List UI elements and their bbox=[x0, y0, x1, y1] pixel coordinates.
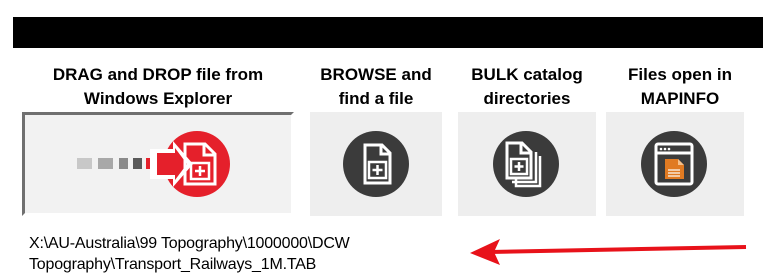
browse-label-line1: BROWSE and bbox=[320, 65, 432, 84]
mapinfo-files-label-line1: Files open in bbox=[628, 65, 732, 84]
arrow-left-icon bbox=[470, 239, 747, 265]
mapinfo-files-label-line2: MAPINFO bbox=[640, 89, 720, 108]
drag-drop-label: DRAG and DROP file from Windows Explorer bbox=[22, 63, 294, 111]
drag-drop-zone[interactable] bbox=[22, 112, 294, 216]
bulk-files-icon bbox=[493, 131, 559, 197]
browse-file-button[interactable] bbox=[310, 112, 442, 216]
browse-label: BROWSE and find a file bbox=[310, 63, 442, 111]
drag-drop-label-line1: DRAG and DROP file from bbox=[52, 65, 264, 84]
add-file-icon bbox=[343, 131, 409, 197]
bulk-catalog-button[interactable] bbox=[458, 112, 596, 216]
drag-drop-file-icon bbox=[77, 131, 230, 197]
bulk-catalog-label-line1: BULK catalog bbox=[471, 65, 583, 84]
selected-file-path: X:\AU-Australia\99 Topography\1000000\DC… bbox=[29, 233, 459, 275]
mapinfo-window-icon bbox=[641, 131, 707, 197]
bulk-catalog-label-line2: directories bbox=[483, 89, 571, 108]
file-path-line1: X:\AU-Australia\99 Topography\1000000\DC… bbox=[29, 235, 350, 252]
browse-label-line2: find a file bbox=[338, 89, 414, 108]
mapinfo-files-button[interactable] bbox=[606, 112, 744, 216]
mapinfo-files-label: Files open in MAPINFO bbox=[606, 63, 754, 111]
dialog-title-bar: ADD File Reference to Catalog bbox=[13, 17, 763, 74]
file-path-line2: Topography\Transport_Railways_1M.TAB bbox=[29, 256, 317, 273]
bulk-catalog-label: BULK catalog directories bbox=[458, 63, 596, 111]
drag-drop-label-line2: Windows Explorer bbox=[83, 89, 233, 108]
